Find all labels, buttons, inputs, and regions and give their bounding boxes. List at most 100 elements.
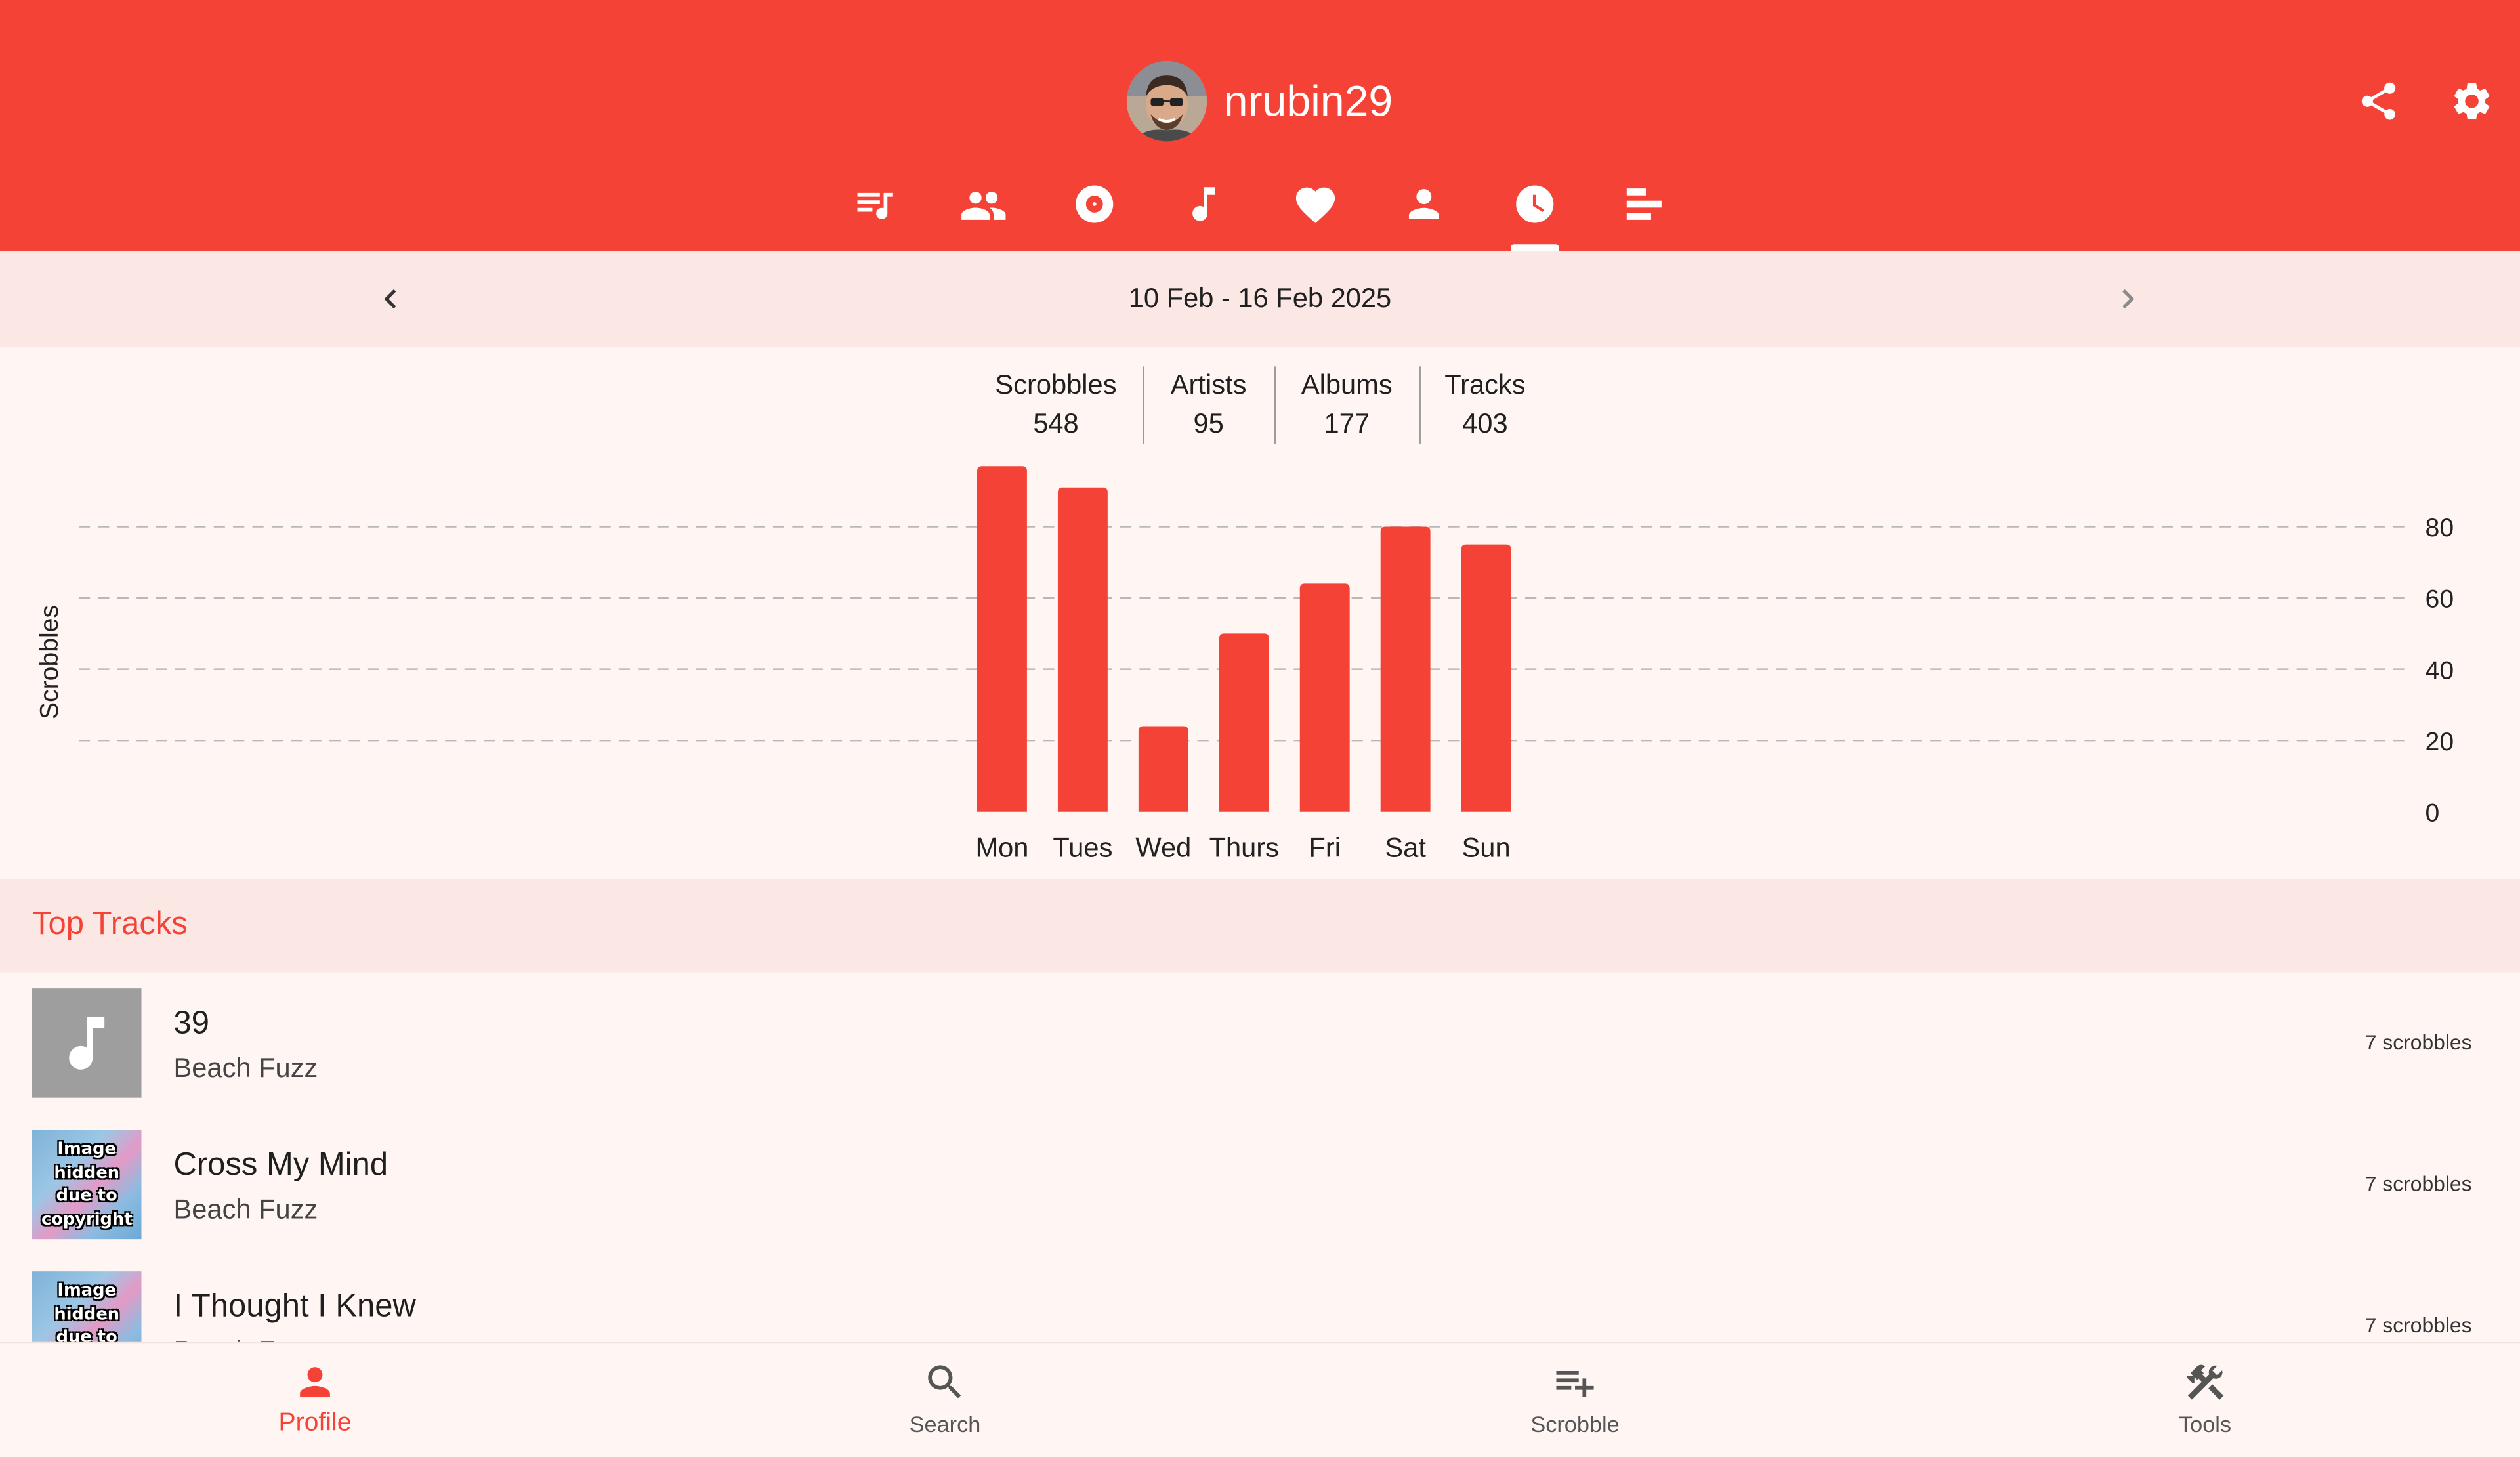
settings-button[interactable] <box>2446 75 2497 127</box>
stat-value: 403 <box>1462 408 1508 439</box>
bar <box>1299 583 1350 812</box>
stat-value: 95 <box>1193 408 1224 439</box>
y-tick-label: 0 <box>2426 799 2440 827</box>
stat-value: 177 <box>1324 408 1370 439</box>
profile-header: nrubin29 <box>0 60 2520 143</box>
stat-divider <box>1419 366 1421 444</box>
person-icon <box>1408 189 1439 219</box>
chevron-left-icon <box>384 289 396 309</box>
x-tick-label: Tues <box>1053 832 1112 862</box>
bar <box>1461 544 1511 812</box>
queue-music-icon <box>857 192 893 219</box>
search-icon <box>928 1365 961 1399</box>
track-artist: Beach Fuzz <box>173 1194 318 1225</box>
nav-scrobble[interactable]: Scrobble <box>1260 1343 1890 1457</box>
y-tick-label: 80 <box>2426 514 2454 542</box>
stat-scrobbles[interactable]: Scrobbles 548 <box>977 366 1135 446</box>
track-scrobble-count: 7 scrobbles <box>2364 1313 2472 1338</box>
track-row[interactable]: Image hidden due to copyright Cross My M… <box>0 1114 2520 1256</box>
tab-period[interactable] <box>1492 173 1578 251</box>
app-window: nrubin29 10 Feb - 16 Feb 2025 Scrobbles … <box>0 0 2520 1457</box>
track-row[interactable]: 39 Beach Fuzz 7 scrobbles <box>0 973 2520 1114</box>
period-selector: 10 Feb - 16 Feb 2025 <box>0 251 2520 347</box>
music-note-icon <box>1192 187 1215 221</box>
nav-tools[interactable]: Tools <box>1890 1343 2520 1457</box>
section-title: Top Tracks <box>32 906 188 942</box>
avatar[interactable] <box>1127 61 1208 142</box>
stat-value: 548 <box>1033 408 1079 439</box>
header: nrubin29 <box>0 0 2520 251</box>
share-button[interactable] <box>2353 75 2404 127</box>
x-tick-label: Sun <box>1462 832 1511 862</box>
chevron-right-icon <box>2122 289 2135 309</box>
tab-scrobbles[interactable] <box>831 173 917 251</box>
bar <box>1219 633 1269 812</box>
nav-label: Tools <box>2179 1411 2232 1437</box>
people-icon <box>961 192 1006 220</box>
album-art-placeholder <box>32 988 142 1098</box>
tab-albums[interactable] <box>1051 173 1138 251</box>
nav-label: Profile <box>278 1409 352 1437</box>
nav-label: Search <box>909 1411 981 1437</box>
tab-charts[interactable] <box>1601 173 1687 251</box>
stat-label: Scrobbles <box>995 370 1117 400</box>
x-tick-label: Mon <box>975 832 1028 862</box>
track-row[interactable]: Image hidden due to copyright I Thought … <box>0 1256 2520 1342</box>
previous-period-button[interactable] <box>365 273 416 324</box>
stat-divider <box>1143 366 1144 444</box>
x-tick-label: Sat <box>1385 832 1426 862</box>
nav-search[interactable]: Search <box>630 1343 1260 1457</box>
heart-icon <box>1295 187 1334 223</box>
nav-profile[interactable]: Profile <box>0 1343 630 1457</box>
stat-artists[interactable]: Artists 95 <box>1150 366 1266 446</box>
bar <box>1380 526 1431 812</box>
track-title: I Thought I Knew <box>173 1289 416 1324</box>
bottom-navigation: Profile Search Scrobble Tools <box>0 1341 2520 1457</box>
track-artist: Beach Fuzz <box>173 1053 318 1084</box>
top-tracks-header: Top Tracks <box>0 879 2520 973</box>
stat-divider <box>1274 366 1276 444</box>
stat-label: Albums <box>1301 370 1393 400</box>
x-tick-label: Fri <box>1309 832 1341 862</box>
stat-albums[interactable]: Albums 177 <box>1282 366 1411 446</box>
nav-label: Scrobble <box>1530 1411 1620 1437</box>
track-title: 39 <box>173 1006 209 1042</box>
stat-label: Tracks <box>1444 370 1526 400</box>
album-art-hidden: Image hidden due to copyright <box>32 1130 142 1240</box>
tab-friends[interactable] <box>940 173 1027 251</box>
bar-chart-icon <box>1626 188 1662 220</box>
tab-artists[interactable] <box>1381 173 1467 251</box>
bar <box>1138 726 1188 812</box>
x-tick-label: Thurs <box>1209 832 1279 862</box>
y-tick-label: 40 <box>2426 656 2454 685</box>
tab-bar <box>0 173 2520 251</box>
bar <box>1057 487 1108 812</box>
track-scrobble-count: 7 scrobbles <box>2364 1030 2472 1055</box>
stats-summary: Scrobbles 548 Artists 95 Albums 177 Trac… <box>0 366 2520 446</box>
scrobbles-by-day-chart: 0 20 40 60 80 Scrobbles Mon Tues Wed Thurs Fri Sat S… <box>0 450 2520 872</box>
tab-loved[interactable] <box>1271 173 1358 251</box>
top-tracks-list: 39 Beach Fuzz 7 scrobbles Image hidden d… <box>0 973 2520 1342</box>
settings-gear-icon <box>2454 83 2490 119</box>
music-note-icon <box>69 1016 105 1070</box>
y-tick-label: 20 <box>2426 728 2454 756</box>
tools-icon <box>2186 1364 2224 1400</box>
chart-svg: 0 20 40 60 80 Scrobbles Mon Tues Wed Thurs Fri Sat S… <box>35 466 2454 862</box>
track-title: Cross My Mind <box>173 1147 388 1183</box>
y-tick-label: 60 <box>2426 585 2454 614</box>
track-artist: Beach Fuzz <box>173 1334 318 1342</box>
x-tick-label: Wed <box>1135 832 1191 862</box>
album-disc-icon <box>1076 185 1114 223</box>
playlist-add-icon <box>1556 1370 1594 1397</box>
tab-indicator <box>1511 244 1559 251</box>
clock-icon <box>1516 185 1554 223</box>
person-icon <box>300 1367 330 1397</box>
stat-tracks[interactable]: Tracks 403 <box>1427 366 1543 446</box>
stat-label: Artists <box>1170 370 1247 400</box>
bar <box>976 466 1027 812</box>
username: nrubin29 <box>1223 76 1393 125</box>
next-period-button[interactable] <box>2102 273 2153 324</box>
y-axis-label: Scrobbles <box>35 605 64 719</box>
tab-tracks[interactable] <box>1160 173 1247 251</box>
track-scrobble-count: 7 scrobbles <box>2364 1172 2472 1196</box>
